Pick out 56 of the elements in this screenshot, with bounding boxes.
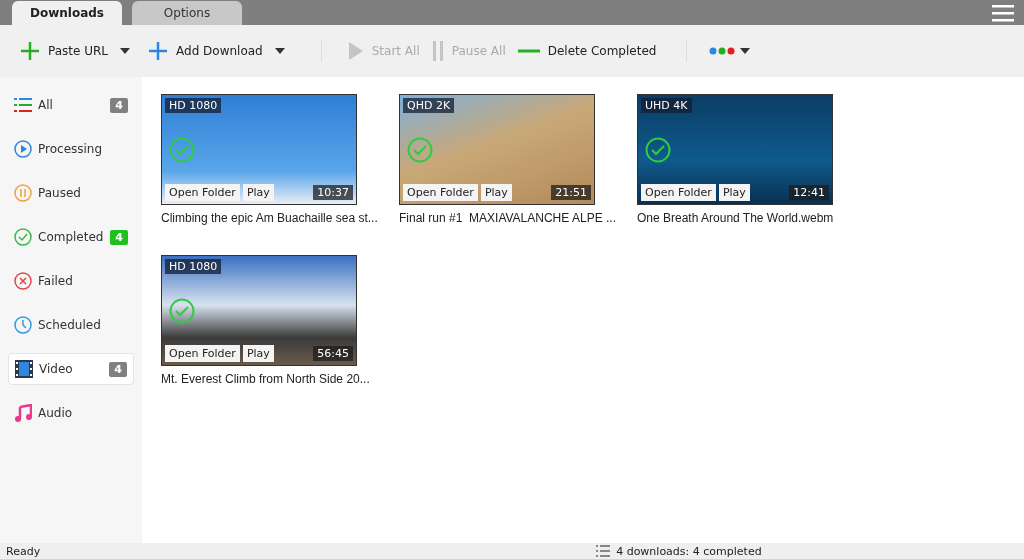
open-folder-button[interactable]: Open Folder: [165, 184, 240, 201]
sidebar-item[interactable]: Scheduled: [8, 309, 134, 341]
tab[interactable]: Downloads: [12, 1, 122, 25]
quality-badge: HD 1080: [165, 98, 222, 113]
video-title: Final run #1 MAXIAVALANCHE ALPE ...: [399, 211, 616, 225]
duration-label: 10:37: [313, 185, 353, 200]
sidebar-item[interactable]: All 4: [8, 89, 134, 121]
play-icon: [347, 41, 364, 61]
video-title: Climbing the epic Am Buachaille sea st...: [161, 211, 378, 225]
film-icon: [15, 360, 33, 378]
cross-icon: [14, 272, 32, 290]
download-summary: 4 downloads: 4 completed: [616, 544, 762, 558]
sidebar-item[interactable]: Video 4: [8, 353, 134, 385]
play-button[interactable]: Play: [480, 184, 512, 201]
count-badge: 4: [110, 97, 128, 113]
sidebar-item[interactable]: Paused: [8, 177, 134, 209]
play-icon: [14, 140, 32, 158]
duration-label: 56:45: [313, 346, 353, 361]
toolbar-button[interactable]: Delete Completed: [513, 40, 661, 62]
check-icon: [14, 228, 32, 246]
caret-icon[interactable]: [274, 48, 285, 54]
quality-badge: HD 1080: [165, 259, 222, 274]
duration-label: 12:41: [789, 185, 829, 200]
pause-icon: [14, 184, 32, 202]
open-folder-button[interactable]: Open Folder: [165, 345, 240, 362]
minus-icon: [517, 49, 540, 53]
sidebar-item[interactable]: Processing: [8, 133, 134, 165]
sidebar-item[interactable]: Completed 4: [8, 221, 134, 253]
count-badge: 4: [109, 361, 127, 377]
sidebar-item[interactable]: Audio: [8, 397, 134, 429]
quality-badge: QHD 2K: [403, 98, 455, 113]
pause-icon: [431, 41, 444, 61]
play-button[interactable]: Play: [242, 345, 274, 362]
status-text: Ready: [6, 544, 41, 558]
play-button[interactable]: Play: [718, 184, 750, 201]
sidebar-item[interactable]: Failed: [8, 265, 134, 297]
video-title: Mt. Everest Climb from North Side 20...: [161, 372, 370, 386]
play-button[interactable]: Play: [242, 184, 274, 201]
menu-icon[interactable]: [992, 3, 1014, 22]
toolbar-button[interactable]: Paste URL: [16, 37, 112, 65]
quality-badge: UHD 4K: [641, 98, 692, 113]
duration-label: 21:51: [551, 185, 591, 200]
music-note-icon: [14, 404, 32, 422]
caret-icon[interactable]: [120, 48, 130, 54]
list-icon: [14, 97, 32, 113]
clock-icon: [14, 316, 32, 334]
list-icon: [596, 545, 611, 557]
color-dots-icon[interactable]: [709, 47, 752, 55]
open-folder-button[interactable]: Open Folder: [641, 184, 716, 201]
plus-icon: [148, 41, 168, 61]
plus-icon: [20, 41, 40, 61]
open-folder-button[interactable]: Open Folder: [403, 184, 478, 201]
toolbar-button[interactable]: Add Download: [144, 37, 267, 65]
tab[interactable]: Options: [132, 1, 242, 25]
count-badge: 4: [110, 229, 128, 245]
video-title: One Breath Around The World.webm: [637, 211, 834, 225]
